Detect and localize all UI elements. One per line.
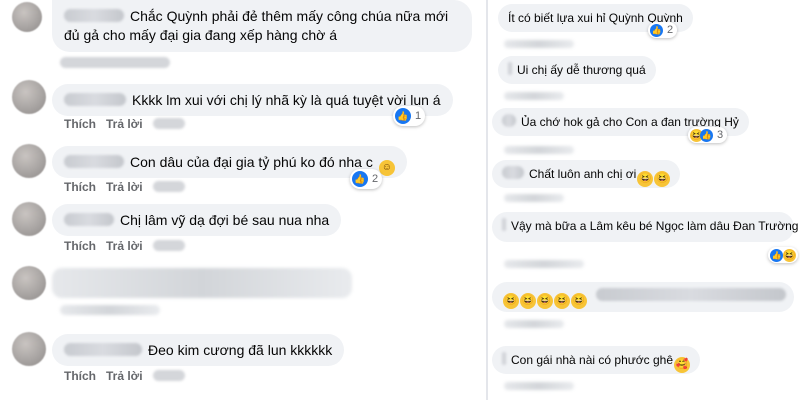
comment-text: Ui chị ấy dễ thương quá — [517, 63, 646, 77]
like-link[interactable]: Thích — [64, 239, 96, 253]
reaction-count[interactable]: 👍 2 — [350, 169, 383, 189]
comment-text: Chị lâm vỹ dạ đợi bé sau nua nha — [120, 212, 330, 228]
comments-panel-right: Ít có biết lựa xui hỉ Quỳnh Quỳnh 👍 2 Ui… — [488, 0, 800, 400]
blurred-timestamp — [60, 57, 170, 68]
blurred-comment-actions — [60, 305, 160, 315]
comment-text: Con gái nhà nài có phước ghê — [511, 353, 674, 367]
like-link[interactable]: Thích — [64, 369, 96, 383]
blurred-comment-text — [596, 288, 787, 301]
comment-actions — [60, 56, 180, 70]
laughing-emoji-icon: 😆 — [503, 293, 519, 309]
like-reaction-icon: 👍 — [700, 128, 713, 142]
like-count: 1 — [415, 110, 422, 122]
comment-bubble: Kkkk lm xui với chị lý nhã kỳ là quá tuy… — [52, 84, 453, 116]
avatar[interactable] — [12, 266, 46, 300]
reply-link[interactable]: Trả lời — [106, 369, 143, 383]
avatar[interactable] — [12, 80, 46, 114]
comment-bubble: Chất luôn anh chị ơi 😆 😆 — [492, 160, 681, 188]
like-count: 2 — [372, 173, 379, 185]
blurred-author-name[interactable] — [64, 343, 142, 356]
laughing-emoji-icon: 😆 — [654, 171, 671, 187]
comment-bubble: Chị lâm vỹ dạ đợi bé sau nua nha — [52, 204, 342, 236]
comment-text: Đeo kim cương đã lun kkkkkk — [148, 342, 333, 358]
haha-reaction-icon: 😆 — [783, 248, 796, 262]
blurred-timestamp — [152, 370, 185, 381]
laughing-emoji-icon: 😆 — [520, 293, 536, 309]
avatar[interactable] — [12, 202, 46, 236]
comment-text: Vậy mà bữa a Lâm kêu bé Ngọc làm dâu Đan… — [511, 219, 799, 233]
blurred-actions — [504, 320, 564, 328]
like-reaction-icon: 👍 — [352, 171, 368, 187]
blurred-actions — [504, 194, 564, 202]
reply-link[interactable]: Trả lời — [106, 117, 143, 131]
blurred-comment — [52, 268, 352, 298]
laughing-emoji-icon: 😆 — [537, 293, 553, 309]
heart-face-emoji-icon: 🥰 — [674, 357, 691, 373]
comment-text: Kkkk lm xui với chị lý nhã kỳ là quá tuy… — [132, 92, 441, 108]
comment-actions: Thích Trả lời — [64, 117, 195, 131]
like-count: 3 — [717, 129, 724, 141]
like-count: 2 — [667, 24, 674, 36]
blurred-author-name[interactable] — [64, 155, 124, 168]
like-link[interactable]: Thích — [64, 180, 96, 194]
blurred-author-name[interactable] — [64, 93, 126, 106]
comment-actions: Thích Trả lời — [64, 180, 195, 194]
comment-text: Chất luôn anh chị ơi — [529, 167, 637, 181]
avatar[interactable] — [12, 2, 42, 32]
comment-text: Con dâu của đại gia tỷ phú ko đó nha c — [130, 154, 373, 170]
reaction-count[interactable]: 😆 👍 3 — [688, 127, 728, 143]
blurred-actions — [504, 382, 574, 390]
blurred-author-name[interactable] — [64, 213, 114, 226]
blurred-author-name[interactable] — [502, 114, 516, 127]
laughing-emoji-icon: 😆 — [637, 171, 654, 187]
like-reaction-icon: 👍 — [650, 23, 663, 37]
smile-emoji-icon: ☺ — [378, 160, 395, 176]
blurred-timestamp — [152, 118, 185, 129]
comment-actions: Thích Trả lời — [64, 239, 195, 253]
blurred-actions — [504, 40, 574, 48]
blurred-actions — [504, 260, 584, 268]
reaction-count[interactable]: 👍 1 — [393, 106, 426, 126]
reply-link[interactable]: Trả lời — [106, 180, 143, 194]
comments-panel-left: Chắc Quỳnh phải đẻ thêm mấy công chúa nữ… — [0, 0, 488, 400]
blurred-actions — [504, 92, 564, 100]
comment-bubble: 😆 😆 😆 😆 😆 — [492, 282, 794, 312]
comment-bubble: Đeo kim cương đã lun kkkkkk — [52, 334, 345, 366]
like-reaction-icon: 👍 — [770, 248, 783, 262]
reaction-count[interactable]: 👍 😆 — [768, 247, 798, 263]
comment-bubble: Ui chị ấy dễ thương quá — [498, 56, 656, 84]
reaction-count[interactable]: 👍 2 — [648, 22, 678, 38]
laughing-emoji-icon: 😆 — [554, 293, 570, 309]
blurred-timestamp — [152, 181, 185, 192]
like-link[interactable]: Thích — [64, 117, 96, 131]
reply-link[interactable]: Trả lời — [106, 239, 143, 253]
laughing-emoji-icon: 😆 — [571, 293, 587, 309]
blurred-author-name[interactable] — [502, 166, 524, 179]
blurred-author-name[interactable] — [508, 62, 512, 75]
comment-actions: Thích Trả lời — [64, 369, 195, 383]
blurred-author-name[interactable] — [64, 9, 124, 22]
blurred-author-name[interactable] — [502, 352, 506, 365]
blurred-actions — [504, 146, 574, 154]
blurred-author-name[interactable] — [502, 218, 506, 231]
blurred-timestamp — [152, 240, 185, 251]
like-reaction-icon: 👍 — [395, 108, 411, 124]
avatar[interactable] — [12, 332, 46, 366]
avatar[interactable] — [12, 144, 46, 178]
comment-bubble: Vậy mà bữa a Lâm kêu bé Ngọc làm dâu Đan… — [492, 212, 798, 242]
comment-bubble: Chắc Quỳnh phải đẻ thêm mấy công chúa nữ… — [52, 0, 472, 52]
comment-bubble: Con gái nhà nài có phước ghê 🥰 — [492, 346, 701, 374]
